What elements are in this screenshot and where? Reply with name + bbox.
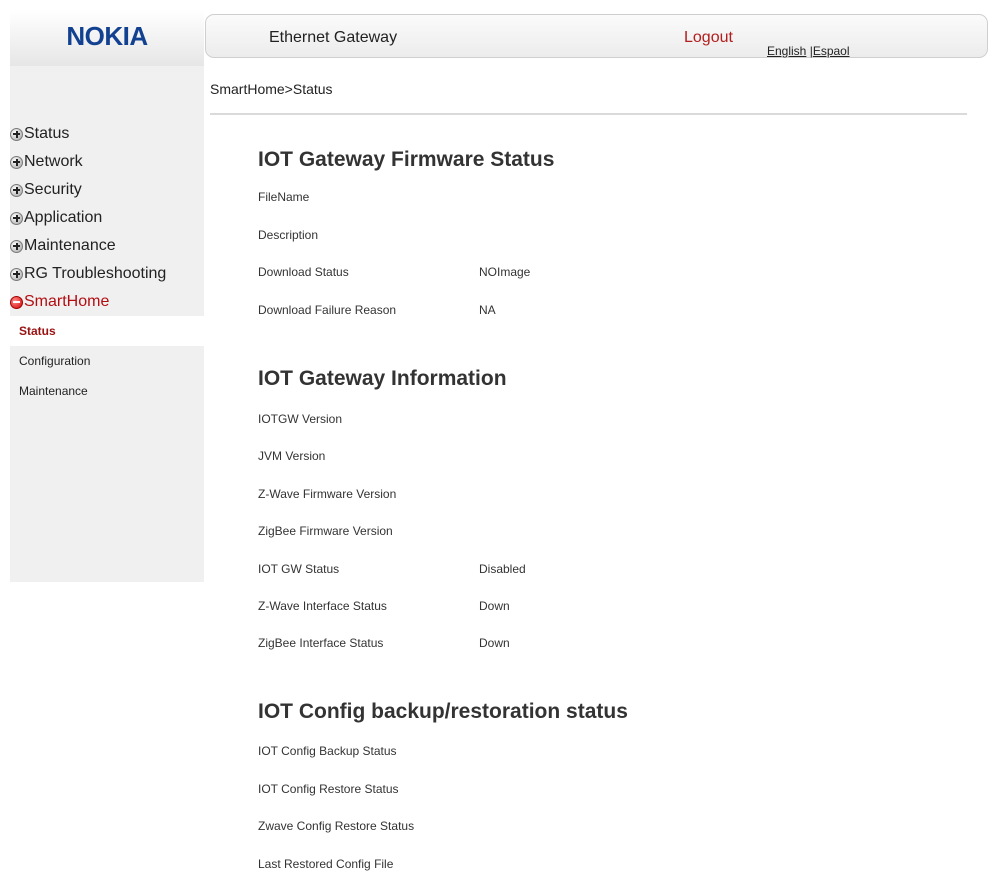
sidebar-item-label: Status <box>24 125 70 142</box>
section-title-gateway-information: IOT Gateway Information <box>258 367 507 390</box>
field-label-config-restore-status: IOT Config Restore Status <box>258 782 399 796</box>
field-label-last-restored-config-file: Last Restored Config File <box>258 857 394 871</box>
field-value-download-status: NOImage <box>479 265 531 279</box>
field-value-zigbee-interface-status: Down <box>479 636 510 650</box>
spanish-link[interactable]: Espaol <box>813 44 850 58</box>
field-label-zwave-interface-status: Z-Wave Interface Status <box>258 599 387 613</box>
header-title: Ethernet Gateway <box>269 29 398 46</box>
sidebar-item-application[interactable]: Application <box>10 204 204 232</box>
sidebar-subitem-configuration[interactable]: Configuration <box>10 346 204 376</box>
sidebar-subitem-maintenance[interactable]: Maintenance <box>10 376 204 406</box>
sidebar-item-security[interactable]: Security <box>10 176 204 204</box>
field-label-download-status: Download Status <box>258 265 349 279</box>
sidebar-subitem-status[interactable]: Status <box>10 316 204 346</box>
plus-circle-icon <box>10 127 23 141</box>
sidebar-item-label: RG Troubleshooting <box>24 265 167 282</box>
field-label-iotgw-version: IOTGW Version <box>258 412 343 426</box>
sidebar-item-network[interactable]: Network <box>10 148 204 176</box>
field-label-zigbee-firmware-version: ZigBee Firmware Version <box>258 524 393 538</box>
sidebar-item-label: Network <box>24 153 83 170</box>
field-label-filename: FileName <box>258 190 310 204</box>
english-link[interactable]: English <box>767 44 806 58</box>
sidebar-item-label: SmartHome <box>24 293 110 310</box>
field-label-zigbee-interface-status: ZigBee Interface Status <box>258 636 384 650</box>
sidebar-item-rg-troubleshooting[interactable]: RG Troubleshooting <box>10 260 204 288</box>
plus-circle-icon <box>10 183 23 197</box>
nokia-logo: NOKIA <box>66 21 148 51</box>
header-bar: Ethernet Gateway Logout English |Espaol <box>205 14 988 58</box>
sidebar-item-maintenance[interactable]: Maintenance <box>10 232 204 260</box>
field-label-config-backup-status: IOT Config Backup Status <box>258 744 397 758</box>
section-title-firmware-status: IOT Gateway Firmware Status <box>258 148 555 171</box>
field-label-description: Description <box>258 228 319 242</box>
plus-circle-icon <box>10 267 23 281</box>
plus-circle-icon <box>10 211 23 225</box>
section-title-config-backup-restoration: IOT Config backup/restoration status <box>258 700 628 723</box>
logo-area: NOKIA <box>10 10 204 66</box>
language-selector: English |Espaol <box>767 44 850 58</box>
logout-link[interactable]: Logout <box>684 29 733 47</box>
sidebar-item-status[interactable]: Status <box>10 120 204 148</box>
field-label-jvm-version: JVM Version <box>258 449 326 463</box>
field-label-iot-gw-status: IOT GW Status <box>258 562 340 576</box>
minus-circle-icon <box>10 295 23 309</box>
sidebar-item-smarthome[interactable]: SmartHome <box>10 288 204 316</box>
field-label-zwave-config-restore-status: Zwave Config Restore Status <box>258 819 415 833</box>
field-value-iot-gw-status: Disabled <box>479 562 526 576</box>
sidebar-item-label: Maintenance <box>24 237 116 254</box>
sidebar-menu: Status Network Security Application Main… <box>10 120 204 406</box>
field-label-download-failure-reason: Download Failure Reason <box>258 303 397 317</box>
plus-circle-icon <box>10 155 23 169</box>
field-value-download-failure-reason: NA <box>479 303 496 317</box>
sidebar: NOKIA Status Network Security Applicatio… <box>10 10 204 582</box>
sidebar-item-label: Security <box>24 181 82 198</box>
plus-circle-icon <box>10 239 23 253</box>
field-label-zwave-firmware-version: Z-Wave Firmware Version <box>258 487 397 501</box>
field-value-zwave-interface-status: Down <box>479 599 510 613</box>
sidebar-item-label: Application <box>24 209 103 226</box>
divider <box>210 113 967 115</box>
breadcrumb: SmartHome>Status <box>210 81 333 97</box>
